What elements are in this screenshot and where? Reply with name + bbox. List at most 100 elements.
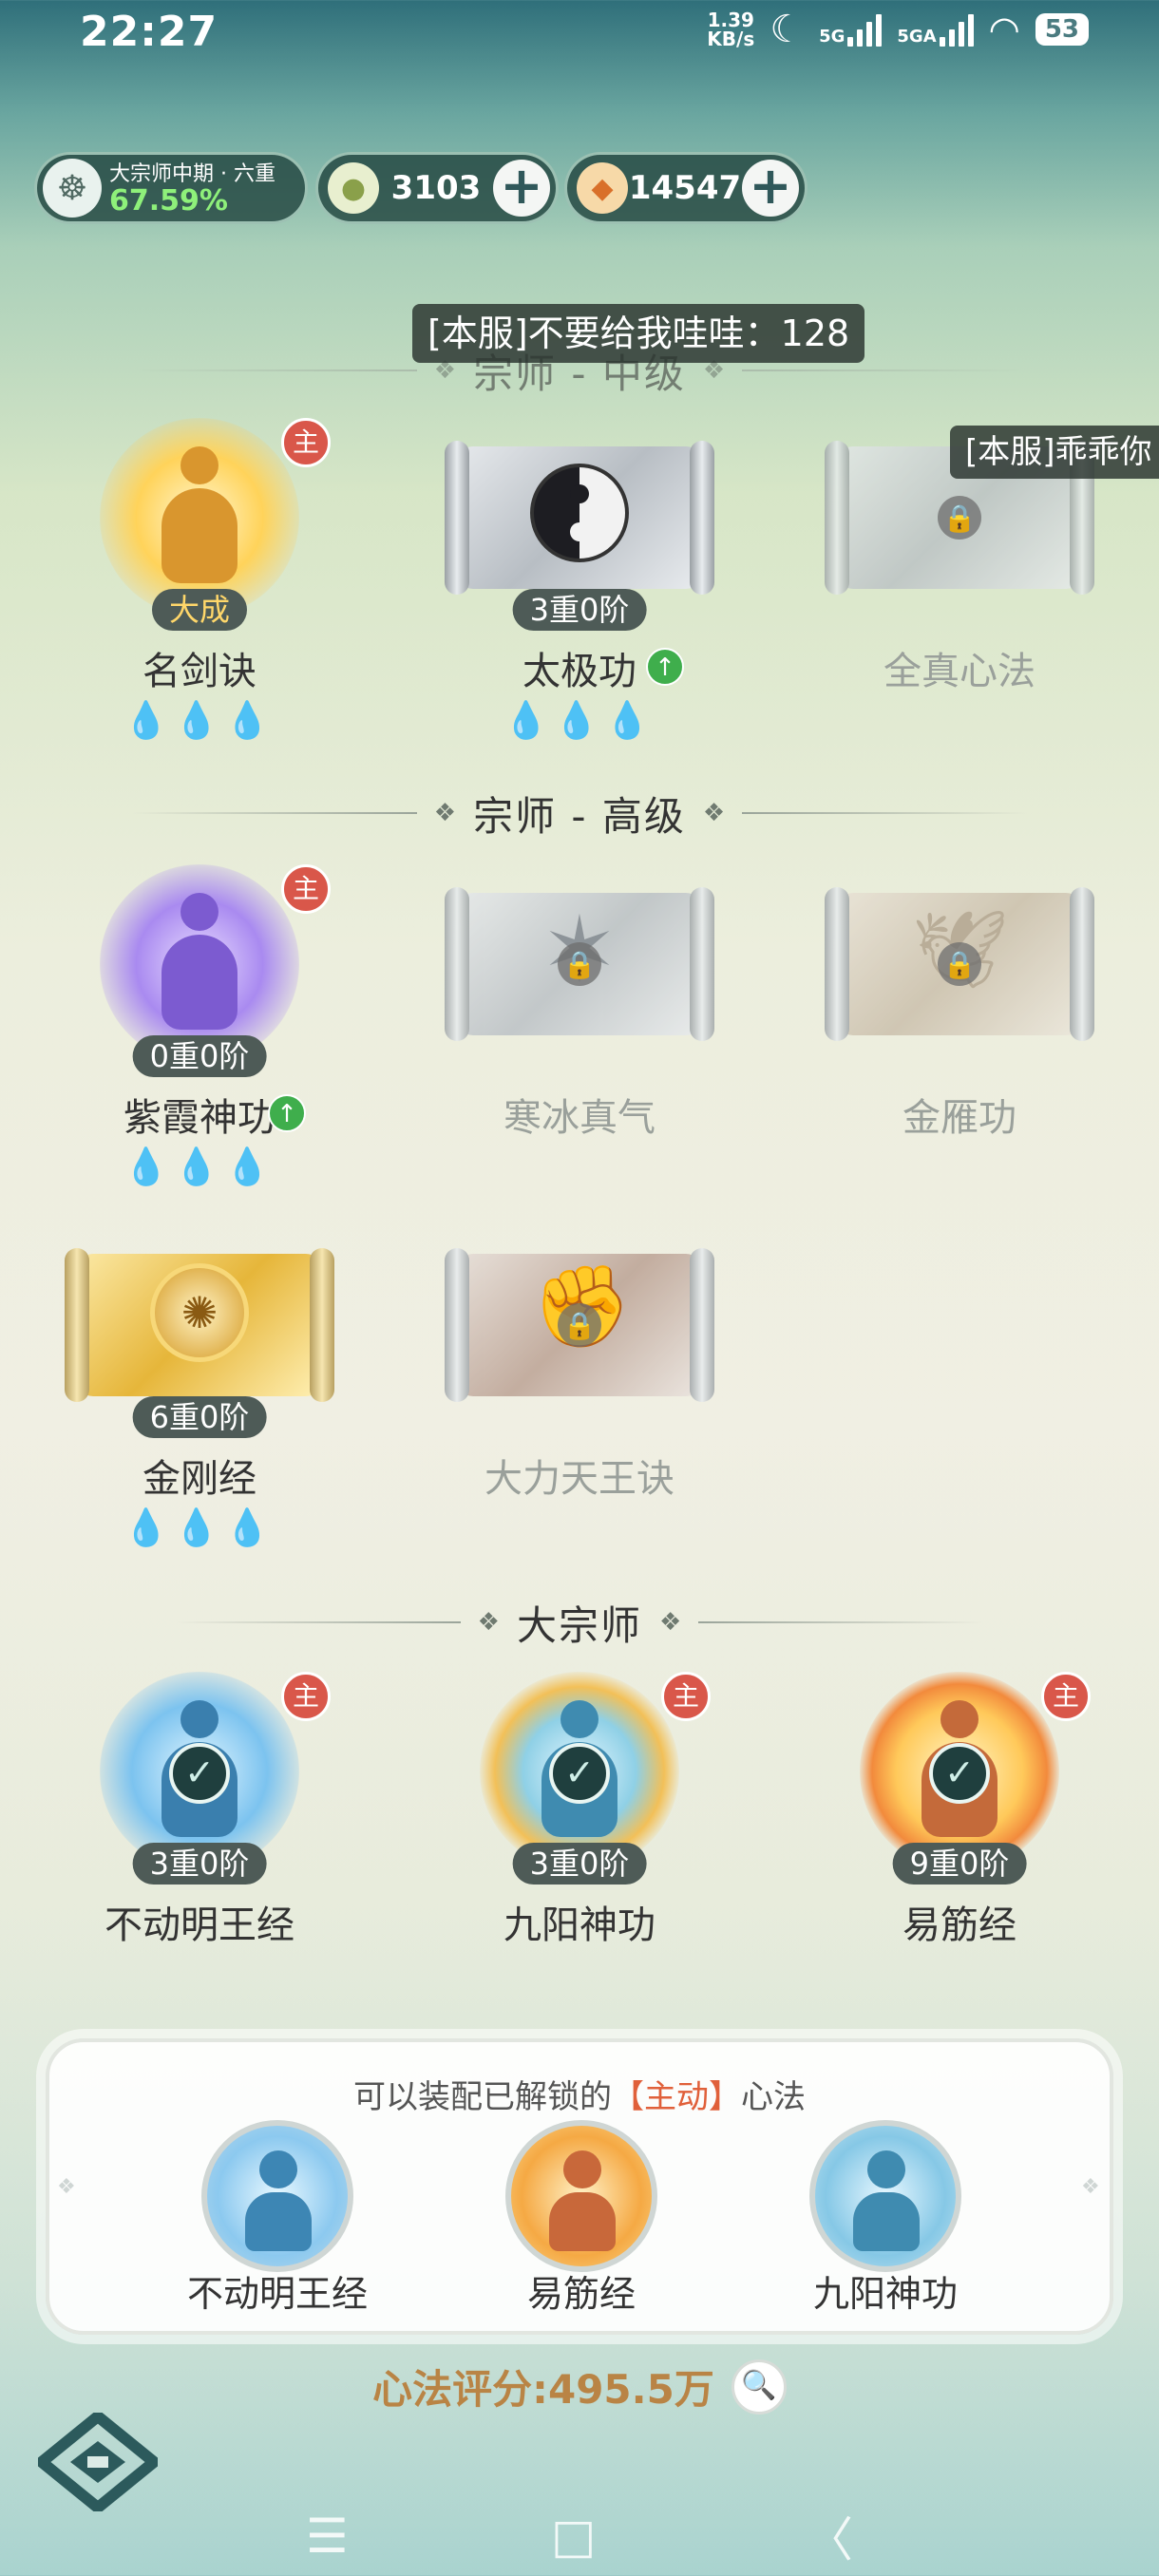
currency-2: ◆ 14547 + <box>564 152 808 224</box>
drop-empty-icon: 💧 <box>554 699 605 741</box>
drop-filled-icon: 💧 <box>124 699 175 741</box>
drop-empty-icon: 💧 <box>224 1146 276 1187</box>
equip-panel-title: 可以装配已解锁的【主动】心法 <box>353 2078 806 2116</box>
panel-ornament-icon: ❖ <box>1081 2175 1100 2199</box>
signal-5ga: 5GA <box>897 12 974 47</box>
panel-ornament-icon: ❖ <box>57 2175 76 2199</box>
meditation-figure-icon <box>809 2120 961 2272</box>
skill-score: 心法评分:495.5万 <box>372 2366 714 2413</box>
orange-scroll-icon: ◆ <box>577 162 628 214</box>
yin-yang-icon <box>530 464 629 562</box>
lock-icon: 🔒 <box>558 942 601 986</box>
moon-icon: ☾ <box>770 8 805 51</box>
skill-budong[interactable]: ✓ 主 3重0阶 不动明王经 <box>48 1662 352 1949</box>
main-badge-icon: 主 <box>281 864 331 914</box>
drop-empty-icon: 💧 <box>504 699 555 741</box>
equip-slot-3[interactable]: 九阳神功 <box>771 2120 999 2317</box>
skill-level-tag: 3重0阶 <box>512 1843 647 1885</box>
wifi-icon: ◠ <box>988 9 1020 50</box>
main-badge-icon: 主 <box>281 1672 331 1721</box>
drop-empty-icon: 💧 <box>604 699 656 741</box>
skill-jingang[interactable]: ✺ 6重0阶 金刚经 💧💧💧 <box>48 1216 352 1554</box>
equip-slot-name: 易筋经 <box>526 2273 636 2315</box>
skill-level-tag: 6重0阶 <box>132 1396 267 1438</box>
currency-1-value: 3103 <box>390 169 482 207</box>
drop-empty-icon: 💧 <box>174 1506 225 1548</box>
skill-drops: 💧💧💧 <box>48 1506 352 1554</box>
skill-jiuyang[interactable]: ✓ 主 3重0阶 九阳神功 <box>428 1662 732 1949</box>
drop-empty-icon: 💧 <box>174 1146 225 1187</box>
rank-badge[interactable]: ☸ 大宗师中期 · 六重 67.59% <box>34 152 308 224</box>
meditation-figure-icon <box>152 893 247 1035</box>
drop-empty-icon: 💧 <box>224 1506 276 1548</box>
skill-taijigong[interactable]: 3重0阶 ↑ 太极功 💧💧💧 <box>428 408 732 747</box>
nav-menu-button[interactable]: ☰ <box>306 2498 349 2574</box>
equip-slot-name: 不动明王经 <box>186 2273 368 2315</box>
drop-empty-icon: 💧 <box>124 1146 175 1187</box>
drop-empty-icon: 💧 <box>174 699 225 741</box>
skill-name: 太极功 <box>522 650 636 693</box>
equipped-check-icon: ✓ <box>549 1743 610 1804</box>
search-icon[interactable]: 🔍 <box>731 2358 787 2415</box>
upgrade-arrow-icon: ↑ <box>268 1094 306 1132</box>
battery-level: 53 <box>1035 13 1089 46</box>
stance-figure-icon <box>201 2120 353 2272</box>
skill-name: 全真心法 <box>884 650 1036 693</box>
add-currency-1-button[interactable]: + <box>493 160 550 217</box>
swordsman-figure-icon <box>152 446 247 589</box>
equipped-check-icon: ✓ <box>169 1743 230 1804</box>
currency-2-value: 14547 <box>628 169 742 207</box>
rank-progress: 67.59% <box>109 184 228 218</box>
golden-emblem-icon: ✺ <box>150 1263 249 1362</box>
skill-name: 金刚经 <box>142 1457 256 1501</box>
skill-drops: 💧💧💧 <box>428 699 732 747</box>
nav-back-button[interactable]: 〈 <box>806 2498 853 2574</box>
monk-figure-icon <box>505 2120 657 2272</box>
nav-home-button[interactable]: □ <box>551 2498 596 2574</box>
lock-icon: 🔒 <box>938 942 981 986</box>
signal-5g: 5G <box>819 12 883 47</box>
lock-icon: 🔒 <box>558 1303 601 1347</box>
skill-mingjianjue[interactable]: 主 大成 名剑诀 💧💧💧 <box>48 408 352 747</box>
skill-drops: 💧💧💧 <box>48 699 352 747</box>
drop-empty-icon: 💧 <box>124 1506 175 1548</box>
skill-level-tag: 9重0阶 <box>892 1843 1027 1885</box>
drop-empty-icon: 💧 <box>224 699 276 741</box>
skill-name: 大力天王诀 <box>484 1457 674 1501</box>
game-logo-icon[interactable] <box>38 2413 158 2511</box>
skill-name: 寒冰真气 <box>504 1096 656 1140</box>
skill-yijin[interactable]: ✓ 主 9重0阶 易筋经 <box>808 1662 1112 1949</box>
rank-avatar-icon: ☸ <box>43 159 102 218</box>
jade-drop-icon: ● <box>328 162 379 214</box>
status-indicators: 1.39 KB/s ☾ 5G 5GA ◠ 53 <box>707 6 1089 53</box>
status-time: 22:27 <box>80 8 218 56</box>
main-badge-icon: 主 <box>661 1672 711 1721</box>
net-speed: 1.39 KB/s <box>707 9 755 50</box>
skill-level-tag: 0重0阶 <box>132 1035 267 1077</box>
skill-zixia[interactable]: 主 0重0阶 ↑ 紫霞神功 💧💧💧 <box>48 855 352 1193</box>
add-currency-2-button[interactable]: + <box>742 160 799 217</box>
section-header-grandmaster: ❖ 大宗师 ❖ <box>0 1594 1159 1651</box>
score-row: 心法评分:495.5万 🔍 <box>0 2358 1159 2415</box>
skill-dali[interactable]: ✊ 🔒 大力天王诀 <box>428 1216 732 1503</box>
skill-hanbing[interactable]: ✶ 🔒 寒冰真气 <box>428 855 732 1142</box>
skill-name: 易筋经 <box>902 1904 1016 1947</box>
main-badge-icon: 主 <box>1041 1672 1091 1721</box>
main-badge-icon: 主 <box>281 418 331 467</box>
danmaku-message-1: [本服]不要给我哇哇：128 <box>412 304 865 363</box>
currency-1: ● 3103 + <box>315 152 559 224</box>
skill-name: 不动明王经 <box>104 1904 294 1947</box>
equip-slot-1[interactable]: 不动明王经 <box>163 2120 391 2317</box>
skill-jinyan[interactable]: 🕊 🔒 金雁功 <box>808 855 1112 1142</box>
skill-name: 紫霞神功 <box>124 1096 276 1140</box>
equipped-check-icon: ✓ <box>929 1743 990 1804</box>
upgrade-arrow-icon: ↑ <box>646 648 684 686</box>
skill-name: 九阳神功 <box>504 1904 656 1947</box>
equip-slot-name: 九阳神功 <box>812 2273 958 2315</box>
equip-slot-2[interactable]: 易筋经 <box>467 2120 695 2317</box>
section-header-high: ❖ 宗师 - 高级 ❖ <box>0 785 1159 842</box>
lock-icon: 🔒 <box>938 496 981 540</box>
danmaku-message-2: [本服]乖乖你 <box>950 426 1159 479</box>
skill-level-tag: 3重0阶 <box>512 589 647 631</box>
skill-name: 名剑诀 <box>142 650 256 693</box>
